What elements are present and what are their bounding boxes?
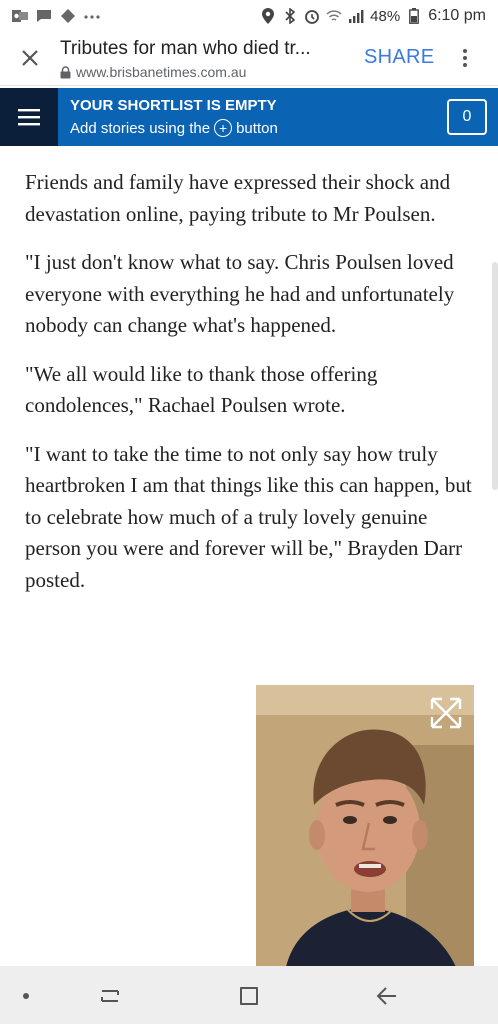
back-icon: [376, 987, 396, 1005]
shortlist-subtitle-after: button: [236, 119, 278, 137]
url-row: www.brisbanetimes.com.au: [60, 64, 246, 80]
scrollbar-thumb[interactable]: [492, 262, 498, 490]
article-paragraph: "I just don't know what to say. Chris Po…: [25, 250, 455, 337]
lock-icon: [60, 65, 71, 78]
url-text: www.brisbanetimes.com.au: [76, 64, 247, 80]
battery-icon: [406, 8, 422, 24]
shortlist-subtitle: Add stories using the + button: [70, 119, 278, 137]
battery-percent: 48%: [370, 7, 401, 25]
article-paragraph: "I want to take the time to not only say…: [25, 441, 472, 592]
outlook-icon: [12, 8, 28, 24]
home-button[interactable]: [235, 982, 263, 1010]
menu-button[interactable]: [0, 88, 58, 146]
message-icon: [36, 8, 52, 24]
wifi-icon: [326, 8, 342, 24]
more-vertical-icon: [463, 49, 467, 67]
status-time: 6:10 pm: [428, 7, 486, 24]
back-button[interactable]: [373, 982, 401, 1010]
android-nav-bar: [0, 966, 498, 1024]
navigation-icon: [60, 8, 76, 24]
article-paragraph: "We all would like to thank those offeri…: [25, 361, 378, 418]
status-bar: 48% 6:10 pm: [0, 0, 498, 32]
signal-icon: [348, 8, 364, 24]
shortlist-title: YOUR SHORTLIST IS EMPTY: [70, 97, 277, 114]
close-icon: [22, 50, 38, 66]
article-paragraph: Friends and family have expressed their …: [25, 170, 451, 226]
close-button[interactable]: [14, 42, 46, 74]
shortlist-subtitle-before: Add stories using the: [70, 119, 211, 137]
nav-dot-icon: [23, 993, 29, 999]
plus-circle-icon: +: [214, 119, 233, 137]
overflow-menu-button[interactable]: [456, 44, 474, 72]
location-icon: [260, 8, 276, 24]
status-left-icons: [12, 8, 100, 24]
recent-apps-icon: [101, 990, 119, 1002]
more-dots-icon: [84, 8, 100, 24]
bluetooth-icon: [282, 8, 298, 24]
home-icon: [240, 987, 258, 1005]
article-body: Friends and family have expressed their …: [25, 167, 485, 613]
page-title: Tributes for man who died tr...: [60, 38, 311, 59]
recent-apps-button[interactable]: [96, 982, 124, 1010]
nav-dot-button[interactable]: [12, 982, 40, 1010]
alarm-icon: [304, 8, 320, 24]
expand-icon[interactable]: [428, 695, 464, 731]
status-right-icons: 48% 6:10 pm: [260, 7, 486, 25]
hamburger-icon: [18, 109, 40, 126]
browser-toolbar: Tributes for man who died tr... www.bris…: [0, 32, 498, 86]
shortlist-bar: YOUR SHORTLIST IS EMPTY Add stories usin…: [0, 88, 498, 146]
video-player[interactable]: [256, 685, 474, 967]
shortlist-count-button[interactable]: 0: [447, 99, 487, 135]
share-button[interactable]: SHARE: [364, 46, 434, 69]
